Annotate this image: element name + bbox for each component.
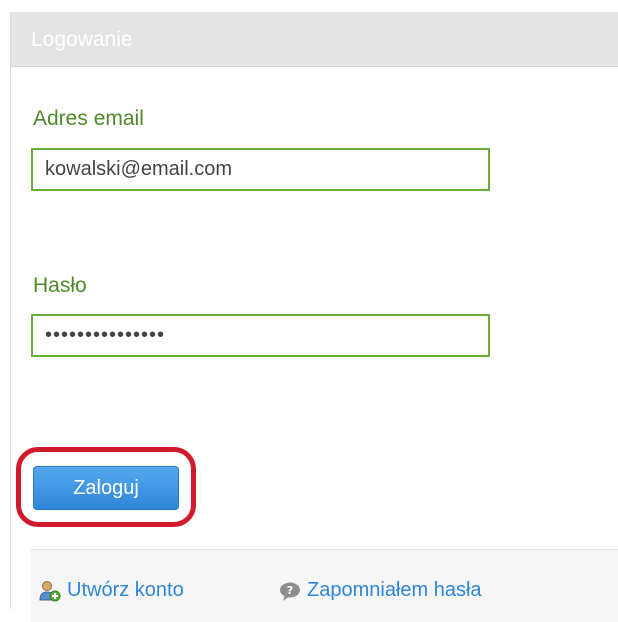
panel-title: Logowanie xyxy=(31,28,133,51)
add-user-icon xyxy=(39,580,61,602)
panel-header: Logowanie xyxy=(11,12,618,67)
email-field[interactable] xyxy=(31,148,490,191)
question-bubble-icon: ? xyxy=(279,580,301,602)
password-label: Hasło xyxy=(33,274,87,297)
forgot-password-label: Zapomniałem hasła xyxy=(307,579,482,601)
password-field[interactable] xyxy=(31,314,490,357)
forgot-password-link[interactable]: ? Zapomniałem hasła xyxy=(279,579,482,602)
create-account-label: Utwórz konto xyxy=(67,579,184,601)
svg-text:?: ? xyxy=(287,584,293,597)
panel-footer: Utwórz konto ? Zapomniałem hasła xyxy=(31,549,618,622)
email-label: Adres email xyxy=(33,107,144,130)
create-account-link[interactable]: Utwórz konto xyxy=(39,579,184,602)
login-button[interactable]: Zaloguj xyxy=(33,466,179,510)
login-panel: Logowanie Adres email Hasło Zaloguj Utwó… xyxy=(10,12,618,622)
